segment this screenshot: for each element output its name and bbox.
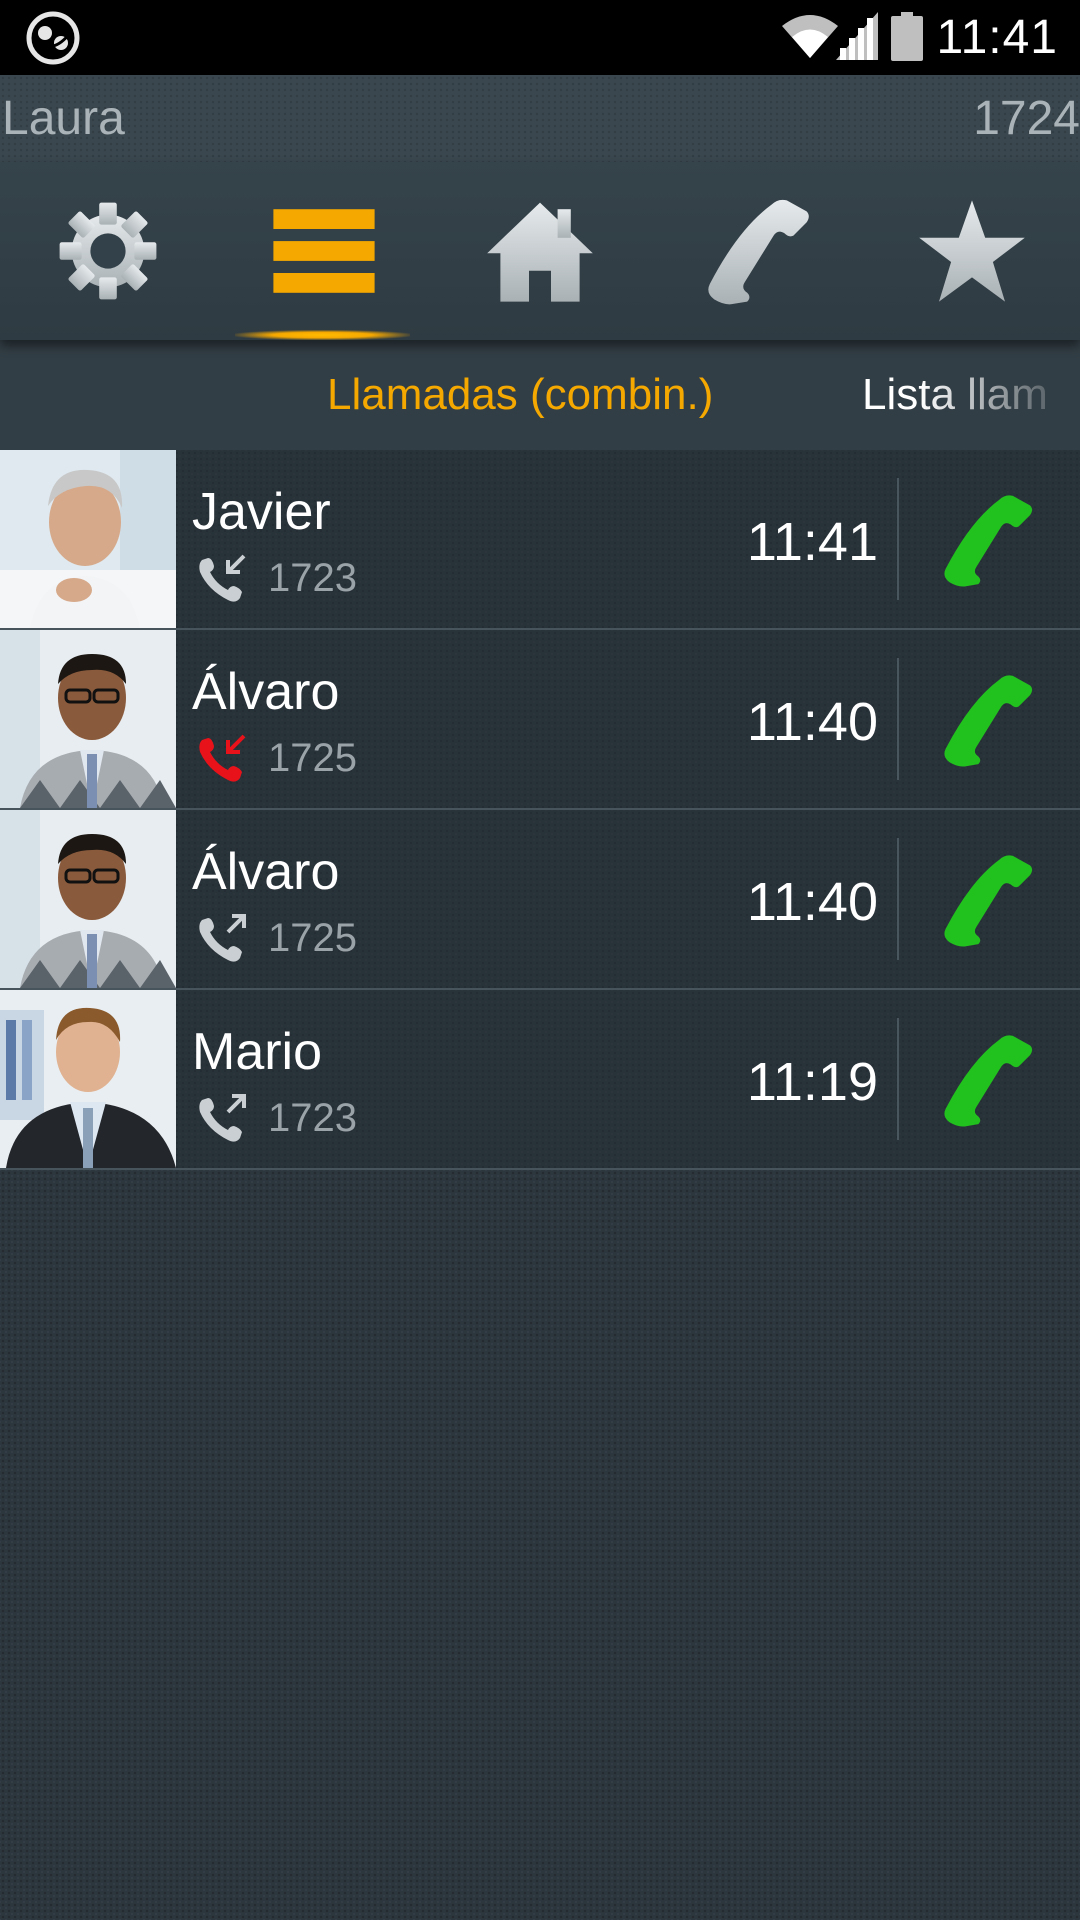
call-time: 11:41 <box>746 512 878 572</box>
dialer-button[interactable] <box>648 162 864 340</box>
tab-combined-calls[interactable]: Llamadas (combin.) <box>327 340 713 450</box>
contact-name: Mario <box>192 1023 323 1081</box>
home-icon <box>487 202 593 302</box>
main-toolbar <box>0 162 1080 340</box>
settings-button[interactable] <box>0 162 216 340</box>
call-log-screen: 11:41 Laura 1724 Llamadas (combin.) List… <box>0 0 1080 1920</box>
user-name: Laura <box>2 92 125 145</box>
app-icon <box>26 11 80 65</box>
favorites-button[interactable] <box>864 162 1080 340</box>
call-list: Javier 1723 11:41 Álvaro 1725 11:40 Álva… <box>0 450 1080 1170</box>
avatar <box>0 990 176 1168</box>
list-item[interactable]: Javier 1723 11:41 <box>0 450 1080 630</box>
call-back-button[interactable] <box>938 1032 1034 1128</box>
wifi-icon <box>782 15 838 58</box>
star-icon <box>919 200 1025 302</box>
missed-call-icon <box>199 734 246 782</box>
user-extension: 1724 <box>973 92 1080 145</box>
avatar <box>0 450 176 628</box>
row-divider <box>897 658 899 780</box>
battery-icon <box>891 12 923 61</box>
avatar <box>0 810 176 988</box>
status-bar: 11:41 <box>0 0 1080 75</box>
gear-icon <box>59 202 157 300</box>
row-divider <box>897 838 899 960</box>
contact-number: 1725 <box>268 916 357 960</box>
avatar <box>0 630 176 808</box>
incoming-call-icon <box>199 554 246 602</box>
call-back-button[interactable] <box>938 672 1034 768</box>
contact-name: Álvaro <box>192 843 340 901</box>
outgoing-call-icon <box>199 914 246 962</box>
row-divider <box>897 478 899 600</box>
sub-tabs: Llamadas (combin.) Lista llam <box>0 340 1080 450</box>
status-clock: 11:41 <box>936 11 1058 64</box>
phone-icon <box>708 199 809 305</box>
contact-number: 1725 <box>268 736 357 780</box>
signal-icon <box>836 12 878 60</box>
active-tab-indicator <box>235 330 410 340</box>
call-time: 11:40 <box>746 692 878 752</box>
tab-fade <box>920 340 1080 450</box>
row-divider <box>897 1018 899 1140</box>
list-icon <box>273 209 375 293</box>
call-time: 11:19 <box>746 1052 878 1112</box>
outgoing-call-icon <box>199 1094 246 1142</box>
contact-number: 1723 <box>268 1096 357 1140</box>
list-item[interactable]: Álvaro 1725 11:40 <box>0 630 1080 810</box>
list-item[interactable]: Mario 1723 11:19 <box>0 990 1080 1170</box>
call-log-button[interactable] <box>216 162 432 340</box>
home-button[interactable] <box>432 162 648 340</box>
contact-number: 1723 <box>268 556 357 600</box>
contact-name: Javier <box>192 483 331 541</box>
contact-name: Álvaro <box>192 663 340 721</box>
call-time: 11:40 <box>746 872 878 932</box>
call-back-button[interactable] <box>938 492 1034 588</box>
call-back-button[interactable] <box>938 852 1034 948</box>
list-item[interactable]: Álvaro 1725 11:40 <box>0 810 1080 990</box>
user-header: Laura 1724 <box>0 75 1080 162</box>
